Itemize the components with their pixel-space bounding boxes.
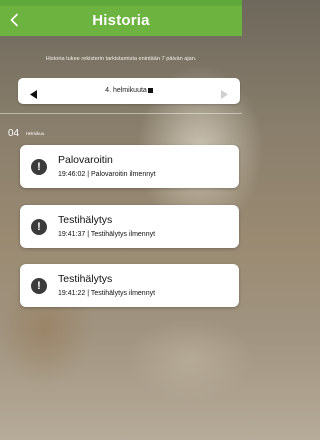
event-detail: Palovaroitin ilmennyt [90, 171, 156, 178]
exclamation-icon: ! [31, 219, 47, 235]
date-selector: 4. helmikuuta [18, 78, 240, 104]
event-item[interactable]: ! Palovaroitin 19:46:02 | Palovaroitin i… [20, 145, 239, 188]
event-title: Testihälytys [58, 273, 113, 285]
selected-date-label: 4. helmikuuta [105, 87, 147, 94]
event-title: Palovaroitin [58, 154, 113, 166]
event-time: 19:41:22 [58, 290, 86, 297]
calendar-icon [147, 87, 153, 93]
selected-date[interactable]: 4. helmikuuta [18, 87, 240, 94]
event-time: 19:46:02 [58, 171, 86, 178]
divider [0, 113, 242, 114]
history-notice: Historia tukee rekisterin tarkistamista … [45, 56, 197, 62]
month-name: Helmikuu [25, 131, 45, 136]
event-time: 19:41:37 [58, 231, 86, 238]
exclamation-icon: ! [31, 159, 47, 175]
event-subtitle: 19:41:37 | Testihälytys ilmennyt [58, 231, 156, 238]
app-header: Historia [0, 6, 242, 36]
event-subtitle: 19:41:22 | Testihälytys ilmennyt [58, 290, 156, 297]
event-item[interactable]: ! Testihälytys 19:41:22 | Testihälytys i… [20, 264, 239, 307]
next-day-button[interactable] [221, 86, 228, 104]
day-group-header: 04 Helmikuu [8, 123, 44, 141]
event-detail: Testihälytys ilmennyt [90, 290, 156, 297]
triangle-right-icon [221, 90, 228, 99]
page-title: Historia [92, 12, 150, 29]
event-item[interactable]: ! Testihälytys 19:41:37 | Testihälytys i… [20, 205, 239, 248]
event-detail: Testihälytys ilmennyt [90, 231, 156, 238]
exclamation-icon: ! [31, 278, 47, 294]
event-subtitle: 19:46:02 | Palovaroitin ilmennyt [58, 171, 156, 178]
day-number: 04 [8, 128, 20, 139]
event-title: Testihälytys [58, 214, 113, 226]
